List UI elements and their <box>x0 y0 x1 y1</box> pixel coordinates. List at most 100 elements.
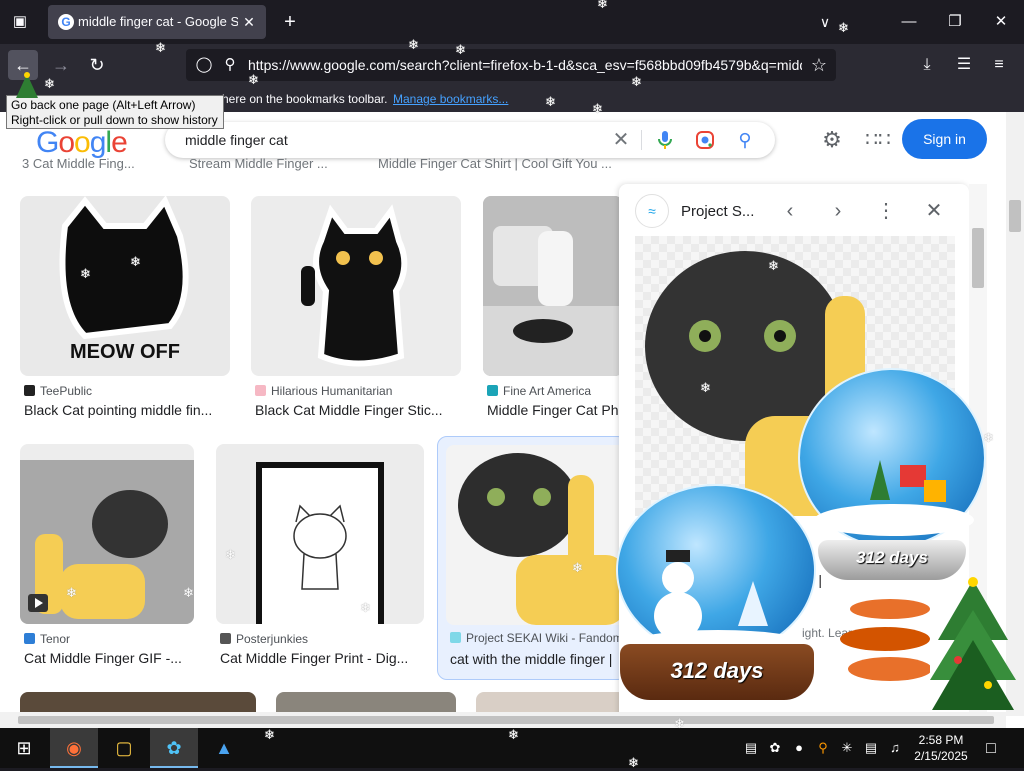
source-name: Fine Art America <box>503 384 592 398</box>
manage-bookmarks-link[interactable]: Manage bookmarks... <box>393 92 508 106</box>
tray-drop-icon[interactable]: ● <box>790 739 808 757</box>
snowflake-icon: ❄ <box>983 430 994 445</box>
reload-button[interactable]: ↻ <box>82 50 112 80</box>
chevron-down-icon[interactable]: ∨ <box>814 11 836 33</box>
horizontal-scrollbar[interactable] <box>0 712 1006 728</box>
image-result[interactable]: MEOW OFF TeePublic Black Cat pointing mi… <box>20 196 232 426</box>
snowflake-icon: ❄ <box>183 585 194 600</box>
snowflake-icon: ❄ <box>631 74 642 89</box>
url-text[interactable]: https://www.google.com/search?client=fir… <box>248 57 802 75</box>
google-lens-icon[interactable] <box>693 128 717 152</box>
downloads-icon[interactable]: ⤓ <box>914 52 940 78</box>
clear-icon[interactable]: ✕ <box>609 128 633 152</box>
tray-star-icon[interactable]: ✳ <box>838 739 856 757</box>
close-window-icon[interactable]: ✕ <box>986 8 1016 36</box>
result-title[interactable]: Cat Middle Finger Print - Dig... <box>220 650 426 666</box>
more-options-icon[interactable]: ⋮ <box>873 198 899 224</box>
extensions-icon[interactable]: ☰ <box>951 52 977 78</box>
microphone-icon[interactable] <box>653 128 677 152</box>
navigation-toolbar: ← → ↻ ◯ ⚲ https://www.google.com/search?… <box>0 44 1024 86</box>
restore-icon[interactable]: ❐ <box>940 8 970 36</box>
clock-date: 2/15/2025 <box>914 749 968 763</box>
notification-icon[interactable]: □ <box>980 738 1002 760</box>
active-tab[interactable]: G middle finger cat - Google Search ✕ <box>48 5 266 39</box>
snowflake-icon: ❄ <box>360 600 371 615</box>
tray-search-icon[interactable]: ⚲ <box>814 739 832 757</box>
preview-source[interactable]: Project S... <box>681 203 754 220</box>
teepublic-favicon-icon <box>24 385 35 396</box>
tray-app-icon[interactable]: ▤ <box>742 739 760 757</box>
next-image-icon[interactable]: › <box>825 198 851 224</box>
lock-icon[interactable]: ⚲ <box>220 55 240 75</box>
previous-image-icon[interactable]: ‹ <box>777 198 803 224</box>
image-result[interactable]: Tenor Cat Middle Finger GIF -... <box>20 444 196 674</box>
tray-app-icon[interactable]: ✿ <box>766 739 784 757</box>
menu-icon[interactable]: ≡ <box>986 52 1012 78</box>
start-button[interactable]: ⊞ <box>0 728 48 768</box>
result-title[interactable]: cat with the middle finger | <box>450 651 622 667</box>
bookmark-star-icon[interactable]: ☆ <box>808 54 830 76</box>
previous-row-title[interactable]: Middle Finger Cat Shirt | Cool Gift You … <box>378 156 612 171</box>
horizontal-scrollbar-thumb[interactable] <box>18 716 994 724</box>
google-logo[interactable]: Google <box>36 126 128 160</box>
list-all-tabs-icon[interactable]: ▣ <box>8 10 32 34</box>
result-thumbnail[interactable] <box>216 444 424 624</box>
image-result[interactable]: Fine Art America Middle Finger Cat Ph <box>483 196 623 426</box>
image-result[interactable]: Posterjunkies Cat Middle Finger Print - … <box>216 444 426 674</box>
result-title[interactable]: Black Cat pointing middle fin... <box>24 402 230 418</box>
logo-letter: G <box>36 126 59 159</box>
snowflake-icon: ❄ <box>838 20 849 35</box>
snowflake-icon: ❄ <box>155 40 166 55</box>
url-bar[interactable]: ◯ ⚲ https://www.google.com/search?client… <box>186 49 836 81</box>
previous-row-title[interactable]: Stream Middle Finger ... <box>189 156 328 171</box>
source-name: Hilarious Humanitarian <box>271 384 393 398</box>
search-icon[interactable]: ⚲ <box>733 128 757 152</box>
previous-row-title[interactable]: 3 Cat Middle Fing... <box>22 156 135 171</box>
result-thumbnail[interactable] <box>483 196 623 376</box>
vertical-scrollbar-thumb[interactable] <box>1009 200 1021 232</box>
tab-bar: ▣ G middle finger cat - Google Search ✕ … <box>0 0 1024 44</box>
network-icon[interactable]: ▤ <box>862 739 880 757</box>
firefox-taskbar-icon[interactable]: ◉ <box>50 728 98 768</box>
result-thumbnail[interactable] <box>20 444 194 624</box>
result-source: TeePublic <box>24 384 92 398</box>
selected-image-result[interactable]: Project SEKAI Wiki - Fandom cat with the… <box>437 436 627 680</box>
snowflake-icon: ❄ <box>66 585 77 600</box>
desktop-app-icon[interactable]: ✿ <box>150 728 198 768</box>
preview-scrollbar-thumb[interactable] <box>972 228 984 288</box>
file-explorer-icon[interactable]: ▢ <box>100 728 148 768</box>
result-title[interactable]: Black Cat Middle Finger Stic... <box>255 402 461 418</box>
days-counter-label: 312 days <box>856 548 928 567</box>
close-preview-icon[interactable]: ✕ <box>921 198 947 224</box>
volume-icon[interactable]: ♫ <box>886 739 904 757</box>
google-apps-icon[interactable]: ∷∷ <box>864 126 892 154</box>
cat-gif-image <box>20 460 194 624</box>
meow-off-sticker-image: MEOW OFF <box>59 196 189 363</box>
cat-pillow-photo <box>483 196 623 376</box>
search-input[interactable]: middle finger cat <box>185 132 288 148</box>
new-tab-icon[interactable]: + <box>278 10 302 34</box>
taskbar-clock[interactable]: 2:58 PM 2/15/2025 <box>905 732 977 764</box>
snowflake-icon: ❄ <box>768 258 779 273</box>
shield-icon[interactable]: ◯ <box>194 55 214 75</box>
snowflake-icon: ❄ <box>597 0 608 11</box>
sign-in-button[interactable]: Sign in <box>902 119 987 159</box>
minimize-icon[interactable]: — <box>894 8 924 36</box>
recycle-bin-icon[interactable]: ▲ <box>200 728 248 768</box>
settings-gear-icon[interactable]: ⚙ <box>818 126 846 154</box>
close-tab-icon[interactable]: ✕ <box>240 13 258 31</box>
image-result[interactable]: Hilarious Humanitarian Black Cat Middle … <box>251 196 463 426</box>
search-box[interactable]: middle finger cat ✕ ⚲ <box>165 122 775 158</box>
fine-art-america-favicon-icon <box>487 385 498 396</box>
result-title[interactable]: Cat Middle Finger GIF -... <box>24 650 194 666</box>
source-name: Project SEKAI Wiki - Fandom <box>466 631 623 645</box>
logo-letter: o <box>58 126 75 159</box>
snow-globe-decoration: 312 days <box>614 484 820 704</box>
result-title[interactable]: Middle Finger Cat Ph <box>487 402 623 418</box>
result-thumbnail[interactable] <box>446 445 626 625</box>
result-thumbnail[interactable]: MEOW OFF <box>20 196 230 376</box>
cat-middle-finger-image <box>458 453 626 625</box>
snowman-scene-icon <box>628 550 808 658</box>
result-thumbnail[interactable] <box>251 196 461 376</box>
gifts-scene-icon <box>814 460 974 536</box>
